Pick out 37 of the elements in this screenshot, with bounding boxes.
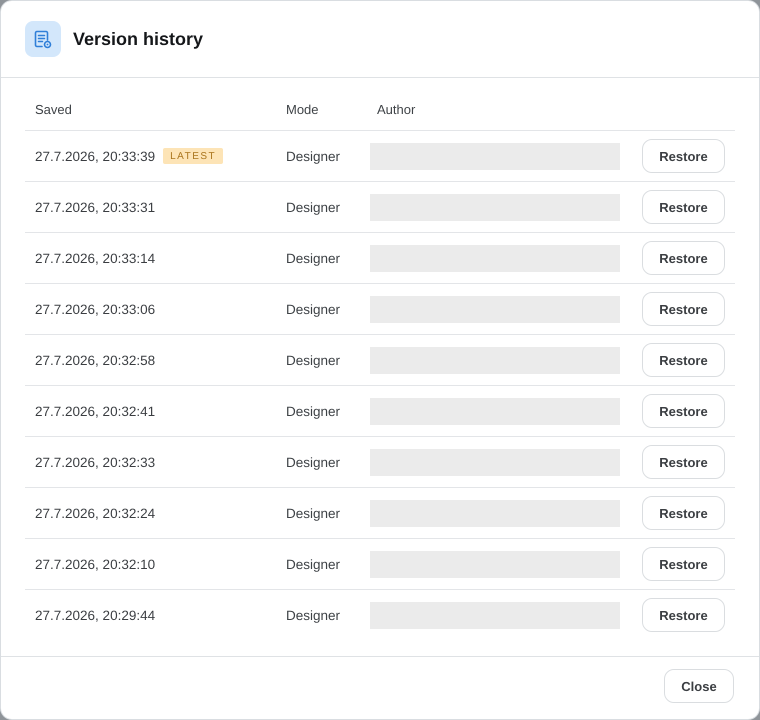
document-gear-icon — [25, 21, 61, 57]
timestamp-text: 27.7.2026, 20:29:44 — [35, 608, 156, 622]
timestamp-text: 27.7.2026, 20:32:33 — [35, 454, 156, 470]
mode-text: Designer — [286, 506, 340, 520]
timestamp-text: 27.7.2026, 20:33:06 — [35, 302, 156, 316]
close-button[interactable]: Close — [664, 669, 734, 703]
restore-button[interactable]: Restore — [642, 292, 725, 326]
mode-text: Designer — [286, 454, 340, 470]
restore-button[interactable]: Restore — [642, 547, 725, 581]
restore-button[interactable]: Restore — [642, 496, 725, 530]
timestamp-text: 27.7.2026, 20:32:24 — [35, 506, 156, 520]
column-header: Author — [376, 102, 416, 117]
restore-button[interactable]: Restore — [642, 343, 725, 377]
restore-button[interactable]: Restore — [642, 190, 725, 224]
mode-text: Designer — [286, 404, 340, 418]
timestamp-text: 27.7.2026, 20:32:41 — [35, 404, 156, 418]
column-header: Mode — [285, 102, 319, 117]
mode-text: Designer — [286, 556, 340, 572]
mode-text: Designer — [286, 148, 340, 164]
timestamp-text: 27.7.2026, 20:33:39 — [35, 148, 156, 164]
restore-button[interactable]: Restore — [642, 241, 725, 275]
restore-button[interactable]: Restore — [642, 394, 725, 428]
timestamp-text: 27.7.2026, 20:32:10 — [35, 556, 156, 572]
timestamp-text: 27.7.2026, 20:32:58 — [35, 352, 156, 368]
mode-text: Designer — [286, 352, 340, 368]
mode-text: Designer — [286, 200, 340, 214]
timestamp-text: 27.7.2026, 20:33:14 — [35, 250, 156, 266]
restore-button[interactable]: Restore — [642, 598, 725, 632]
restore-button[interactable]: Restore — [642, 445, 725, 479]
mode-text: Designer — [286, 302, 340, 316]
restore-button[interactable]: Restore — [642, 139, 725, 173]
mode-text: Designer — [286, 608, 340, 622]
mode-text: Designer — [286, 250, 340, 266]
timestamp-text: 27.7.2026, 20:33:31 — [35, 200, 156, 214]
dialog-title: Version history — [73, 28, 204, 50]
column-header: Saved — [34, 102, 72, 117]
version-badge: LATEST — [163, 148, 224, 164]
